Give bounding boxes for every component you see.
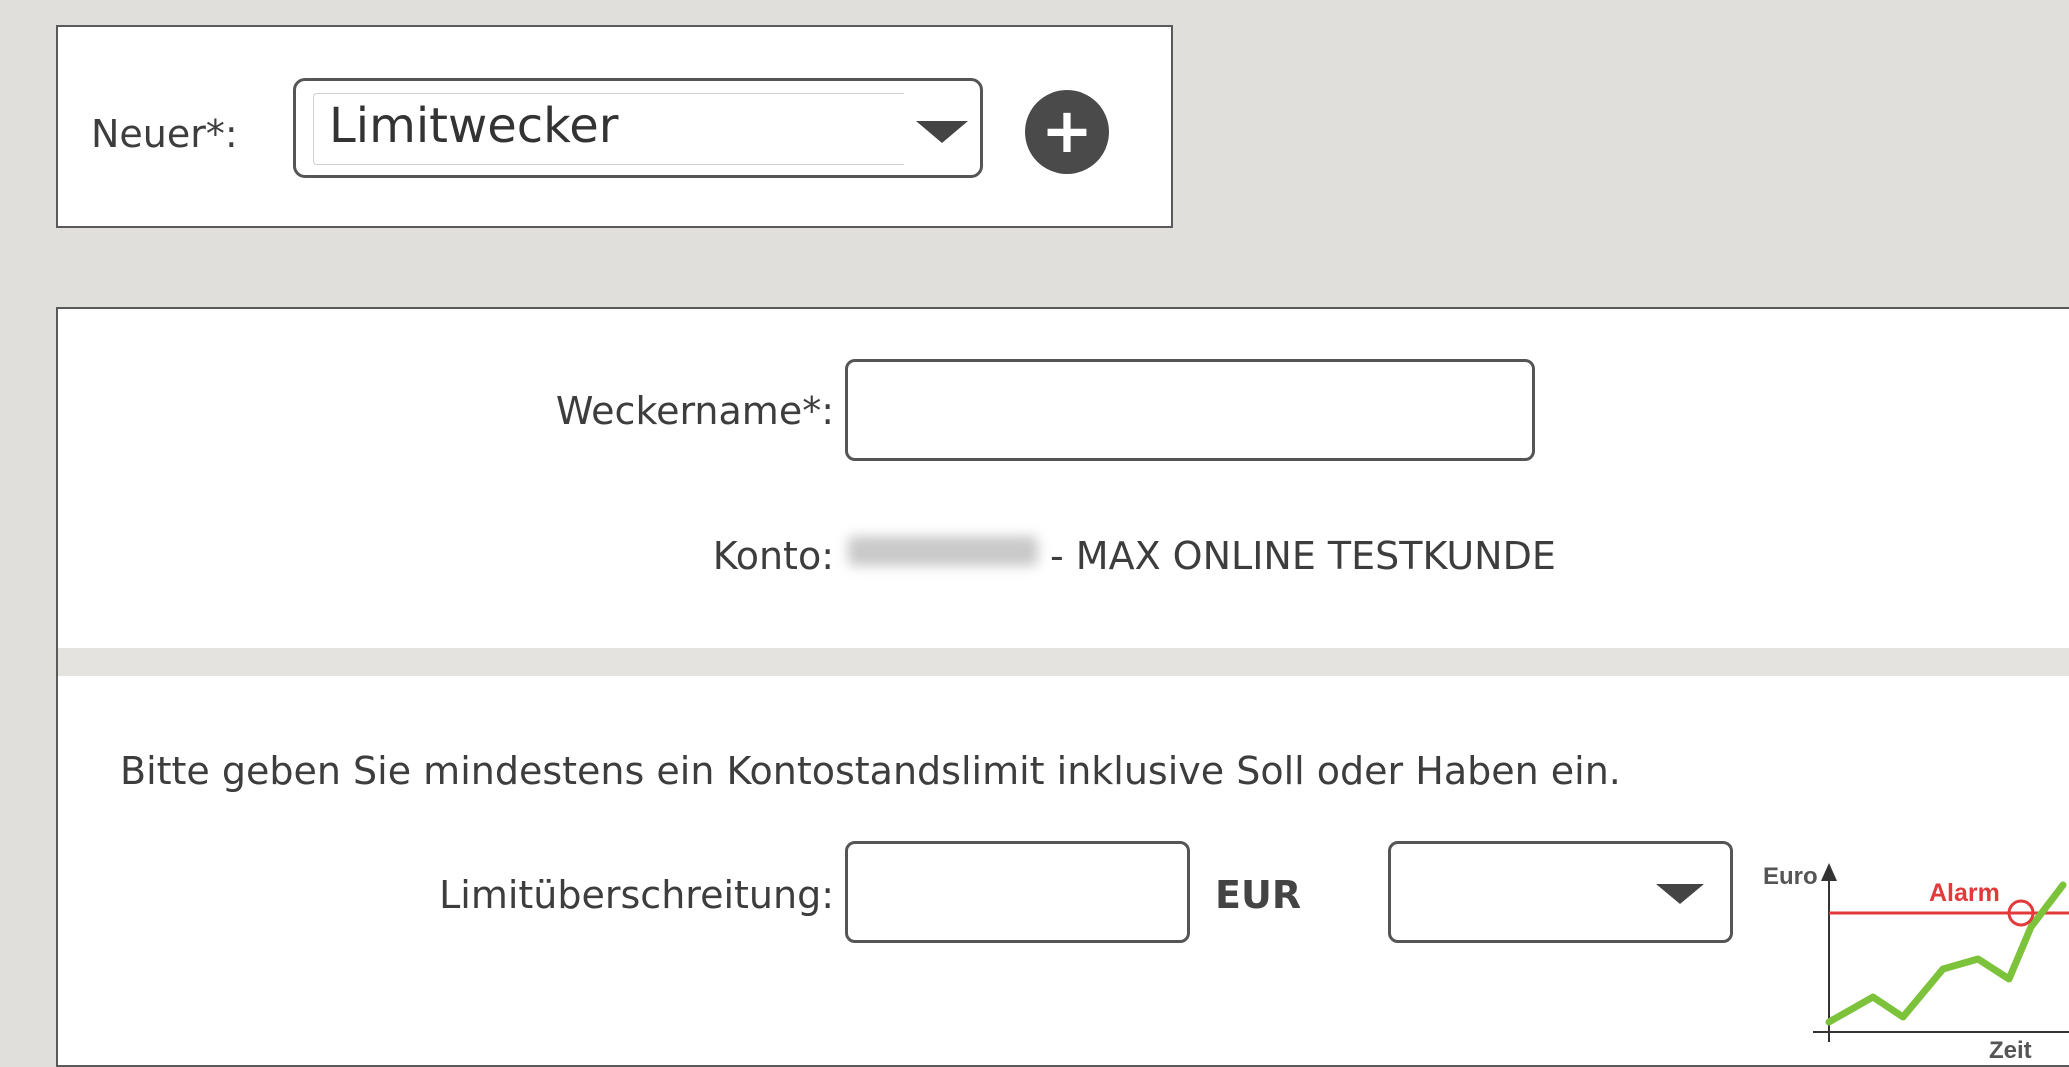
new-type-select[interactable]: Limitwecker (293, 78, 983, 178)
account-number-redacted (848, 536, 1038, 566)
new-item-panel: Neuer*: Limitwecker + (56, 25, 1173, 228)
new-label: Neuer*: (91, 112, 238, 156)
limit-amount-input[interactable] (845, 841, 1190, 943)
section-divider (58, 648, 2069, 676)
chart-graphic (1813, 863, 2069, 1042)
weckername-input[interactable] (845, 359, 1535, 461)
add-button[interactable]: + (1025, 90, 1109, 174)
weckername-label: Weckername*: (555, 389, 834, 433)
plus-circle-icon: + (1041, 94, 1093, 167)
chevron-down-icon (916, 121, 968, 143)
chevron-down-icon (1656, 884, 1704, 904)
konto-value: - MAX ONLINE TESTKUNDE (1050, 534, 1556, 578)
konto-label: Konto: (712, 534, 834, 578)
limit-label: Limitüberschreitung: (439, 873, 834, 917)
new-type-select-value: Limitwecker (329, 98, 619, 154)
limit-alarm-illustration: Euro Zeit Alarm (1763, 857, 2069, 1064)
soll-haben-select[interactable] (1388, 841, 1733, 943)
currency-label: EUR (1215, 873, 1302, 917)
wecker-form-panel: Weckername*: Konto: - MAX ONLINE TESTKUN… (56, 307, 2069, 1067)
instruction-text: Bitte geben Sie mindestens ein Kontostan… (120, 749, 1621, 793)
